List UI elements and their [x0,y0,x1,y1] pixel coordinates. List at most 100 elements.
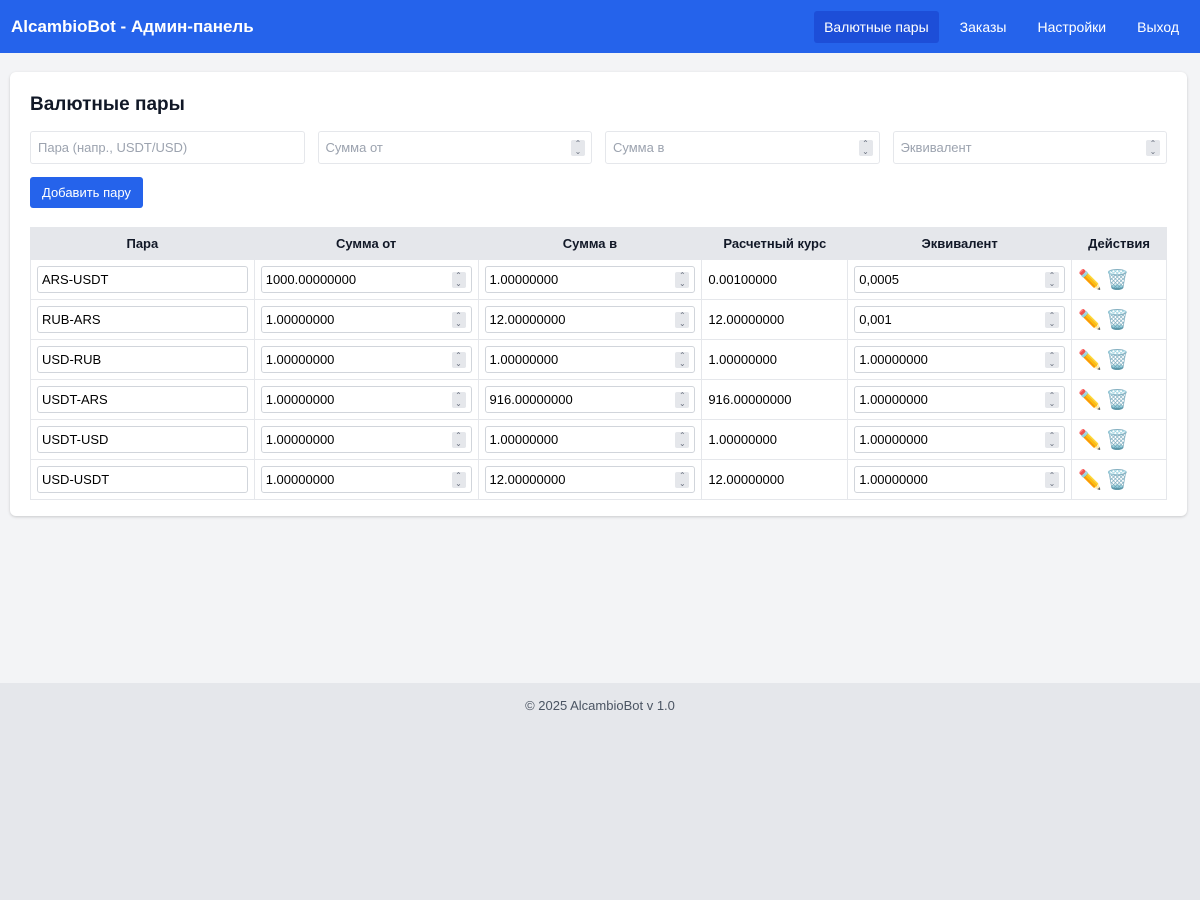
equivalent-value: 0,0005 [859,272,899,287]
amount-to-value: 1.00000000 [489,352,559,367]
table-row: USDT-ARS 1.00000000 ⌃ ⌄ 916.00000000 ⌃ ⌄ 916… [30,379,1167,420]
amount-from-spinner[interactable]: ⌃ ⌄ [571,139,585,156]
trash-icon[interactable]: 🗑️ [1106,268,1130,292]
amount-from-input[interactable] [318,132,591,163]
equivalent-cell-input[interactable]: 1.00000000 ⌃ ⌄ [854,466,1065,493]
amount-from-value: 1.00000000 [265,352,335,367]
equivalent-cell-input[interactable]: 0,0005 ⌃ ⌄ [854,266,1065,293]
spinner-icon[interactable]: ⌃ ⌄ [675,471,690,488]
spinner-icon[interactable]: ⌃ ⌄ [675,431,690,448]
nav-orders[interactable]: Заказы [950,11,1017,43]
equivalent-spinner[interactable]: ⌃ ⌄ [1146,139,1160,156]
spinner-icon[interactable]: ⌃ ⌄ [675,271,690,288]
col-header-actions: Действия [1071,227,1167,260]
pair-cell-input[interactable]: RUB-ARS [37,306,248,333]
add-pair-button[interactable]: Добавить пару [30,177,143,208]
currency-pairs-card: Валютные пары ⌃⌄ ⌃⌄ ⌃⌄ Добавить пару Пар… [10,72,1187,516]
spinner-icon[interactable]: ⌃ ⌄ [451,471,466,488]
spinner-icon[interactable]: ⌃ ⌄ [1045,391,1059,408]
spinner-icon[interactable]: ⌃ ⌄ [451,271,466,288]
amount-to-field-wrapper: ⌃⌄ [605,131,880,164]
row-actions: ✏️ 🗑️ [1078,348,1160,372]
pair-cell-input[interactable]: USD-USDT [37,466,248,493]
trash-icon[interactable]: 🗑️ [1106,468,1130,492]
spinner-icon[interactable]: ⌃ ⌄ [675,351,690,368]
edit-icon[interactable]: ✏️ [1078,468,1102,492]
trash-icon[interactable]: 🗑️ [1106,348,1130,372]
row-actions: ✏️ 🗑️ [1078,428,1160,452]
spinner-icon[interactable]: ⌃ ⌄ [1045,271,1059,288]
equivalent-value: 1.00000000 [859,472,928,487]
amount-to-cell-input[interactable]: 1.00000000 ⌃ ⌄ [484,266,696,293]
spinner-icon[interactable]: ⌃ ⌄ [1045,311,1059,328]
amount-to-cell-input[interactable]: 1.00000000 ⌃ ⌄ [484,426,696,453]
rate-value: 12.00000000 [701,299,849,340]
equivalent-cell-input[interactable]: 1.00000000 ⌃ ⌄ [854,426,1065,453]
table-row: ARS-USDT 1000.00000000 ⌃ ⌄ 1.00000000 ⌃ ⌄ 0.… [30,259,1167,300]
amount-from-cell-input[interactable]: 1.00000000 ⌃ ⌄ [260,386,472,413]
pair-cell-input[interactable]: USDT-USD [37,426,248,453]
nav-currency-pairs[interactable]: Валютные пары [814,10,939,43]
amount-to-cell-input[interactable]: 12.00000000 ⌃ ⌄ [484,306,696,333]
table-row: USDT-USD 1.00000000 ⌃ ⌄ 1.00000000 ⌃ ⌄ 1.000… [30,419,1167,460]
amount-from-cell-input[interactable]: 1.00000000 ⌃ ⌄ [260,346,472,373]
nav-settings[interactable]: Настройки [1027,11,1116,43]
equivalent-cell-input[interactable]: 0,001 ⌃ ⌄ [854,306,1065,333]
amount-to-input[interactable] [606,132,879,163]
trash-icon[interactable]: 🗑️ [1106,388,1130,412]
amount-to-spinner[interactable]: ⌃ ⌄ [858,139,873,156]
col-header-equivalent: Эквивалент [847,227,1072,260]
equivalent-value: 0,001 [859,312,892,327]
spinner-icon[interactable]: ⌃ ⌄ [451,391,466,408]
edit-icon[interactable]: ✏️ [1078,268,1102,292]
trash-icon[interactable]: 🗑️ [1106,308,1130,332]
amount-to-cell-input[interactable]: 12.00000000 ⌃ ⌄ [484,466,696,493]
edit-icon[interactable]: ✏️ [1078,348,1102,372]
amount-to-value: 1.00000000 [489,272,559,287]
pair-value: USD-RUB [42,352,102,367]
equivalent-cell-input[interactable]: 1.00000000 ⌃ ⌄ [854,346,1065,373]
edit-icon[interactable]: ✏️ [1078,308,1102,332]
page-title: Валютные пары [30,94,185,115]
pair-cell-input[interactable]: USDT-ARS [37,386,248,413]
equivalent-value: 1.00000000 [859,352,928,367]
equivalent-value: 1.00000000 [859,392,928,407]
spinner-icon[interactable]: ⌃ ⌄ [1045,351,1059,368]
col-header-rate: Расчетный курс [701,227,849,260]
spinner-icon[interactable]: ⌃ ⌄ [451,431,466,448]
nav-logout[interactable]: Выход [1127,11,1189,43]
amount-to-cell-input[interactable]: 1.00000000 ⌃ ⌄ [484,346,696,373]
spinner-icon[interactable]: ⌃ ⌄ [451,351,466,368]
row-actions: ✏️ 🗑️ [1078,308,1160,332]
pair-cell-input[interactable]: USD-RUB [37,346,248,373]
spinner-icon[interactable]: ⌃ ⌄ [1045,431,1059,448]
row-actions: ✏️ 🗑️ [1078,268,1160,292]
spinner-icon[interactable]: ⌃ ⌄ [1045,471,1059,488]
amount-from-cell-input[interactable]: 1.00000000 ⌃ ⌄ [260,426,472,453]
spinner-icon[interactable]: ⌃ ⌄ [451,311,466,328]
pair-value: RUB-ARS [42,312,101,327]
pair-input[interactable] [31,132,304,163]
edit-icon[interactable]: ✏️ [1078,428,1102,452]
spinner-icon[interactable]: ⌃ ⌄ [675,391,690,408]
footer-copyright: © 2025 AlcambioBot v 1.0 [525,698,675,713]
amount-from-cell-input[interactable]: 1.00000000 ⌃ ⌄ [260,306,472,333]
col-header-amount-to: Сумма в [477,227,703,260]
add-pair-form: ⌃⌄ ⌃⌄ ⌃⌄ [30,131,1167,164]
equivalent-cell-input[interactable]: 1.00000000 ⌃ ⌄ [854,386,1065,413]
rate-value: 1.00000000 [701,419,849,460]
spinner-icon[interactable]: ⌃ ⌄ [675,311,690,328]
trash-icon[interactable]: 🗑️ [1106,428,1130,452]
equivalent-input[interactable] [893,132,1166,163]
amount-from-value: 1.00000000 [265,312,335,327]
amount-from-value: 1.00000000 [265,392,335,407]
amount-from-cell-input[interactable]: 1.00000000 ⌃ ⌄ [260,466,472,493]
amount-from-value: 1000.00000000 [265,272,357,287]
brand-title: AlcambioBot - Админ-панель [11,16,254,36]
amount-from-cell-input[interactable]: 1000.00000000 ⌃ ⌄ [260,266,472,293]
amount-to-value: 1.00000000 [489,432,559,447]
amount-from-value: 1.00000000 [265,472,335,487]
amount-to-cell-input[interactable]: 916.00000000 ⌃ ⌄ [484,386,696,413]
pair-cell-input[interactable]: ARS-USDT [37,266,248,293]
edit-icon[interactable]: ✏️ [1078,388,1102,412]
